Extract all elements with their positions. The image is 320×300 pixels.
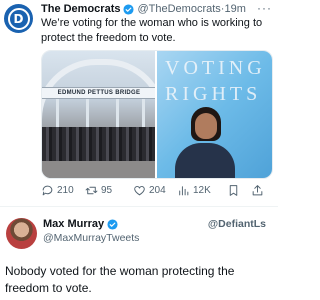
heart-icon bbox=[134, 186, 145, 196]
share-button[interactable] bbox=[251, 184, 264, 197]
reply-button[interactable]: 210 bbox=[41, 184, 85, 197]
tweet[interactable]: D The Democrats @TheDemocrats · 19m ··· … bbox=[0, 0, 278, 207]
author-name[interactable]: The Democrats bbox=[41, 3, 120, 15]
retweet-count: 95 bbox=[101, 185, 113, 196]
rights-text: RIGHTS bbox=[165, 83, 262, 105]
reply-author-row: Max Murray bbox=[43, 218, 121, 230]
bridge-truss bbox=[116, 99, 119, 129]
crowd bbox=[42, 127, 156, 163]
verified-badge-icon bbox=[107, 218, 118, 230]
reply-author-name[interactable]: Max Murray bbox=[43, 218, 104, 230]
more-options-icon[interactable]: ··· bbox=[257, 1, 272, 15]
reply-author-handle[interactable]: @MaxMurrayTweets bbox=[43, 232, 139, 244]
bridge-sign: EDMUND PETTUS BRIDGE bbox=[42, 87, 156, 99]
road bbox=[42, 161, 156, 178]
retweet-icon bbox=[85, 186, 98, 195]
verified-badge-icon bbox=[123, 3, 135, 15]
bridge-truss bbox=[56, 99, 59, 129]
reply-count: 210 bbox=[57, 185, 74, 196]
reply-tweet[interactable]: Max Murray @MaxMurrayTweets @DefiantLs N… bbox=[0, 207, 278, 300]
max-murray-avatar[interactable] bbox=[6, 218, 37, 249]
like-button[interactable]: 204 bbox=[133, 184, 177, 197]
reply-text: Nobody voted for the woman protecting th… bbox=[5, 264, 235, 295]
author-handle[interactable]: @TheDemocrats bbox=[137, 3, 220, 15]
bridge-sign-text: EDMUND PETTUS BRIDGE bbox=[57, 90, 141, 96]
share-icon bbox=[252, 185, 263, 196]
person-face bbox=[195, 113, 218, 139]
reply-icon bbox=[42, 185, 53, 196]
tweet-time[interactable]: 19m bbox=[224, 3, 245, 15]
bridge-photo[interactable]: EDMUND PETTUS BRIDGE bbox=[42, 51, 156, 178]
democrats-logo-icon: D bbox=[7, 7, 30, 30]
tweet-actions: 210 95 204 12K bbox=[41, 184, 273, 197]
person-body bbox=[175, 143, 236, 178]
views-button[interactable]: 12K bbox=[177, 184, 227, 197]
like-count: 204 bbox=[149, 185, 166, 196]
bookmark-button[interactable] bbox=[227, 184, 251, 197]
tweet-media[interactable]: EDMUND PETTUS BRIDGE VOTING RIGHTS bbox=[41, 50, 273, 179]
tweet-header: The Democrats @TheDemocrats · 19m bbox=[41, 3, 246, 15]
views-chart-icon bbox=[179, 186, 189, 196]
harris-photo[interactable]: VOTING RIGHTS bbox=[157, 51, 272, 178]
voting-text: VOTING bbox=[165, 57, 266, 79]
watermark-handle: @DefiantLs bbox=[207, 218, 266, 230]
retweet-button[interactable]: 95 bbox=[85, 184, 133, 197]
bridge-truss bbox=[86, 99, 89, 129]
views-count: 12K bbox=[193, 185, 211, 196]
tweet-text: We’re voting for the woman who is workin… bbox=[41, 17, 263, 44]
bookmark-icon bbox=[229, 185, 238, 196]
democrats-avatar[interactable]: D bbox=[4, 4, 33, 33]
bridge-truss bbox=[142, 99, 145, 129]
